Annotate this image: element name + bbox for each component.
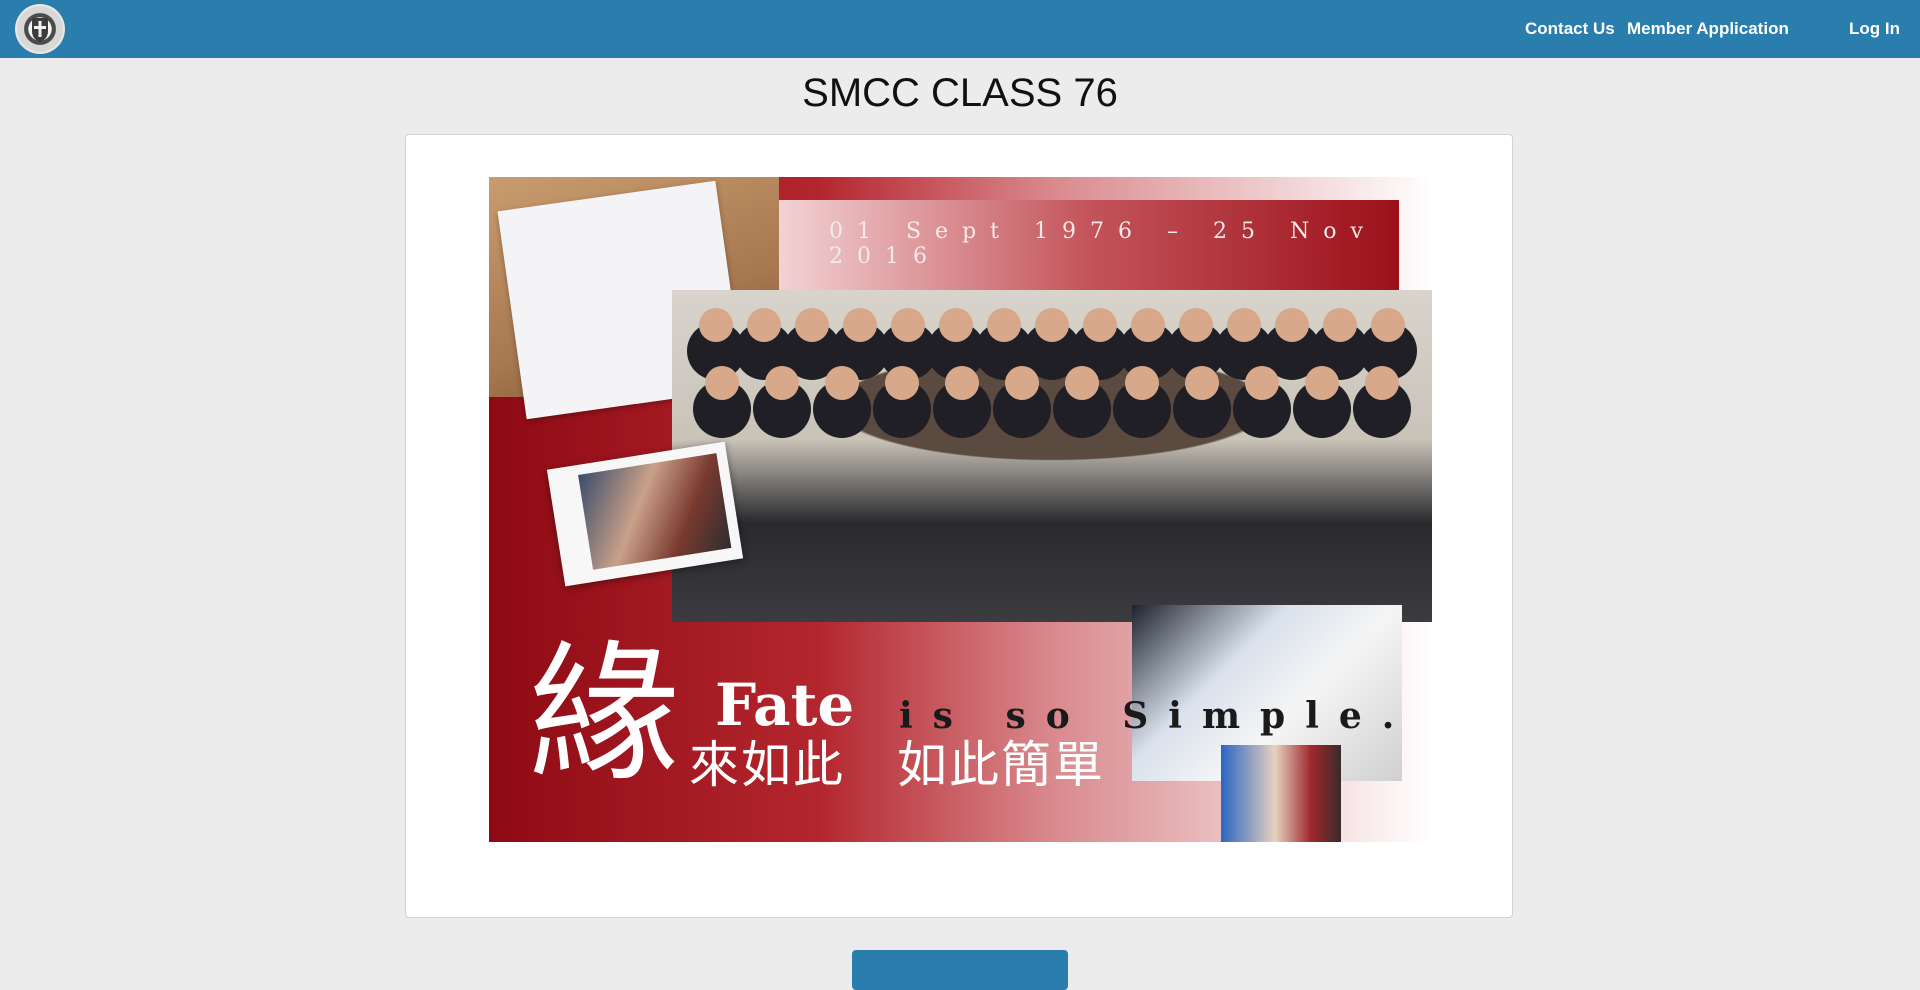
group-photo	[672, 290, 1432, 622]
banner-dates: 01 Sept 1976 – 25 Nov 2016	[829, 219, 1377, 269]
crest-shield-icon	[32, 18, 48, 42]
banner-big-character: 緣	[529, 628, 680, 802]
log-in-link[interactable]: Log In	[1849, 0, 1900, 58]
top-navbar: Contact Us Member Application Log In	[0, 0, 1920, 58]
banner-card: 01 Sept 1976 – 25 Nov 2016 緣 Fate is so …	[405, 134, 1513, 918]
school-crest-icon[interactable]	[15, 4, 65, 54]
banner-chinese-line: 來如此 如此簡單	[689, 737, 1105, 793]
photo-back-row	[692, 308, 1412, 342]
bottom-action-button[interactable]	[852, 950, 1068, 990]
gift-items-photo	[1221, 745, 1341, 842]
contact-us-link[interactable]: Contact Us	[1525, 0, 1615, 58]
reunion-banner-image: 01 Sept 1976 – 25 Nov 2016 緣 Fate is so …	[489, 177, 1432, 842]
page-title: SMCC CLASS 76	[802, 71, 1118, 115]
photo-front-row	[692, 366, 1412, 400]
member-application-link[interactable]: Member Application	[1627, 0, 1789, 58]
